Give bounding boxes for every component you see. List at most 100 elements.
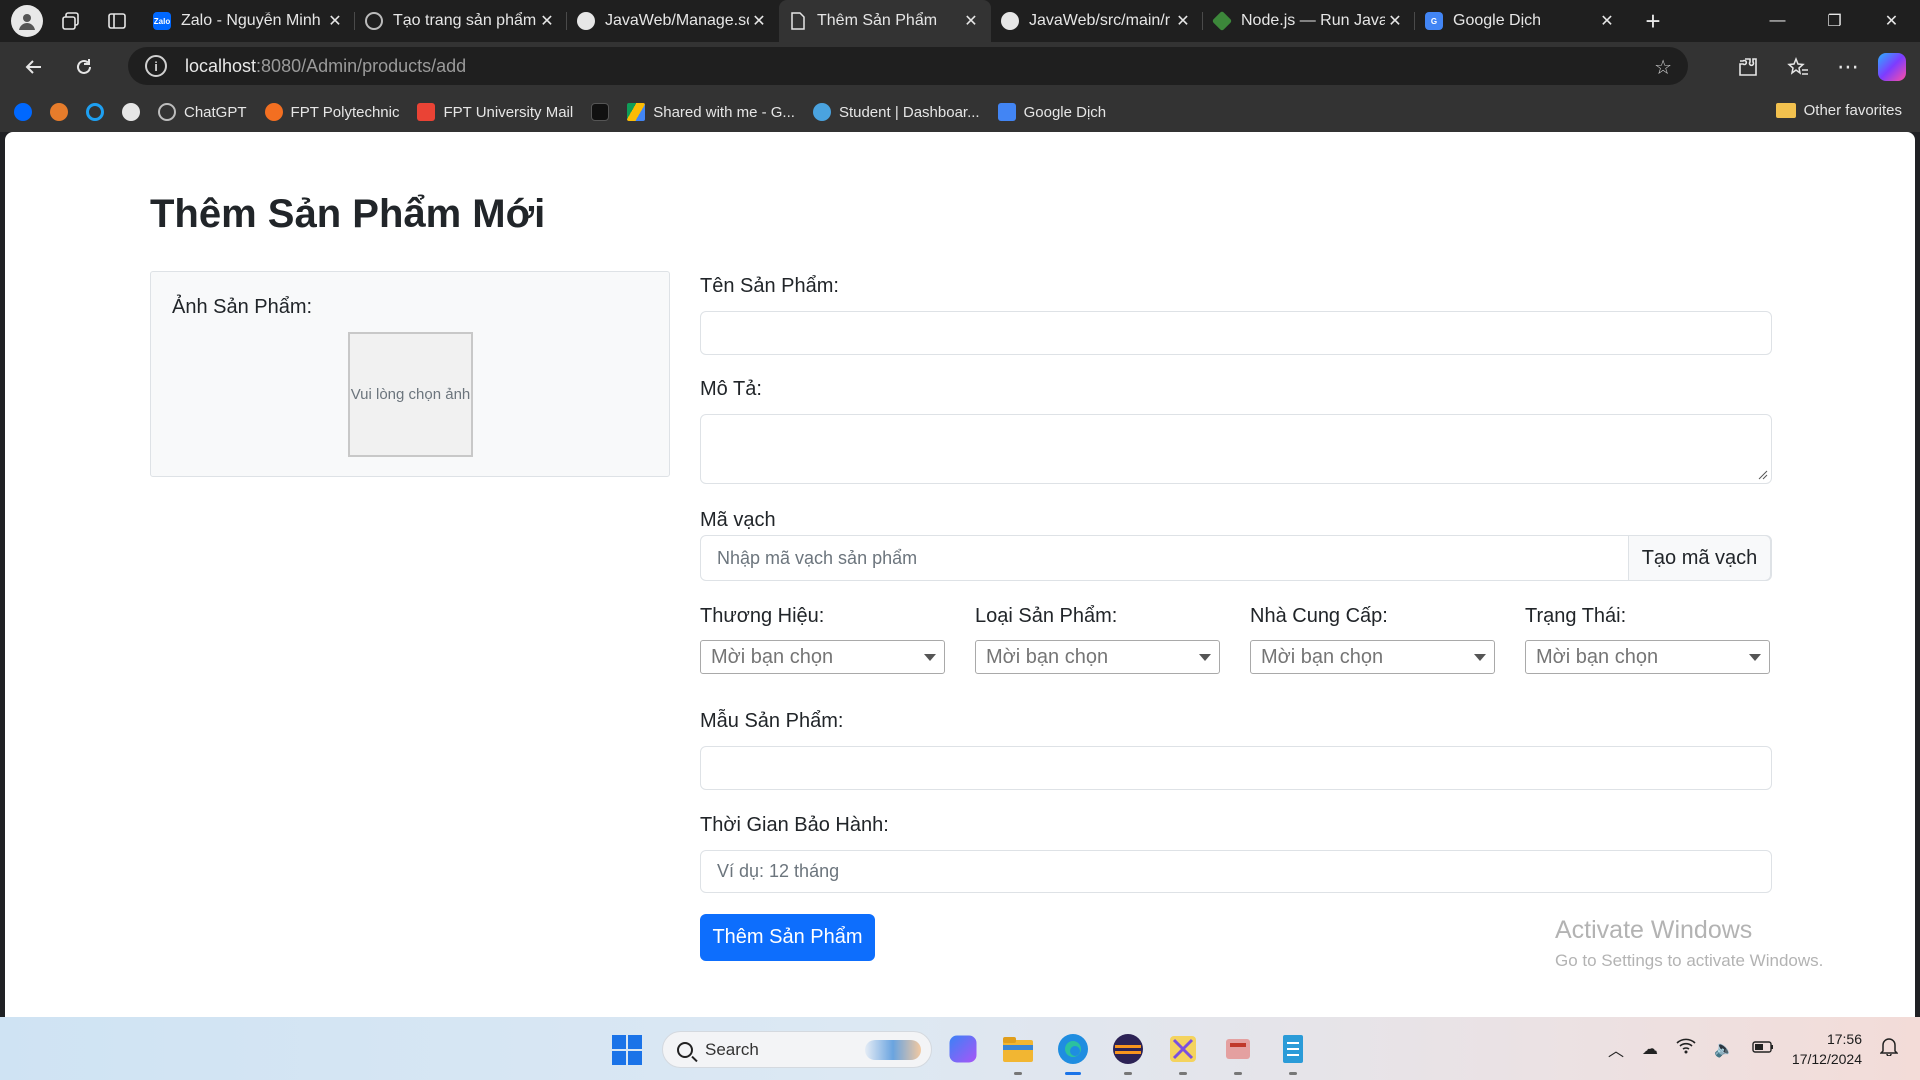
fpt-icon [264,103,283,121]
window-controls: — ❐ ✕ [1749,0,1920,42]
reload-button[interactable] [64,47,104,87]
page-title: Thêm Sản Phẩm Mới [150,192,546,236]
tab-title: Tạo trang sản phẩm [393,12,537,29]
tab-title: Thêm Sản Phẩm [817,12,938,29]
search-icon [677,1041,693,1058]
tab-title: Google Dịch [1453,12,1542,29]
bookmark-fpt-polytechnic[interactable]: FPT Polytechnic [264,103,399,121]
activate-windows-watermark: Activate Windows Go to Settings to activ… [1555,916,1823,971]
description-textarea[interactable] [700,414,1772,484]
browser-tab[interactable]: Zalo Zalo - Nguyễn Minh ✕ [143,0,355,42]
bookmark-fpt-mail[interactable]: FPT University Mail [417,103,573,121]
brand-select[interactable]: Mời bạn chọn [700,640,945,674]
clock[interactable]: 17:56 17/12/2024 [1792,1029,1862,1069]
product-type-select[interactable]: Mời bạn chọn [975,640,1220,674]
browser-tab[interactable]: Tạo trang sản phẩm ✕ [355,0,567,42]
file-explorer-icon[interactable] [1000,1031,1036,1075]
product-type-label: Loại Sản Phẩm: [975,605,1118,627]
browser-tab-active[interactable]: Thêm Sản Phẩm ✕ [779,0,991,42]
favorites-icon[interactable] [1778,47,1818,87]
resize-handle-icon[interactable] [1758,470,1768,480]
bookmark-zalo[interactable] [14,103,32,121]
close-tab-icon[interactable]: ✕ [749,11,769,31]
eclipse-ide-icon[interactable] [1110,1031,1146,1075]
add-product-button[interactable]: Thêm Sản Phẩm [700,914,875,961]
copilot-icon[interactable] [1878,53,1906,81]
model-label: Mẫu Sản Phẩm: [700,710,844,732]
other-favorites[interactable]: Other favorites [1775,102,1902,119]
status-select[interactable]: Mời bạn chọn [1525,640,1770,674]
url-text[interactable]: localhost:8080/Admin/products/add [185,56,466,77]
back-button[interactable] [14,47,54,87]
browser-tab[interactable]: JavaWeb/src/main/r ✕ [991,0,1203,42]
new-tab-button[interactable]: + [1633,5,1673,37]
bookmarks-bar: ChatGPT FPT Polytechnic FPT University M… [0,92,1920,132]
generate-barcode-button[interactable]: Tạo mã vạch [1628,535,1771,581]
close-tab-icon[interactable]: ✕ [1597,11,1617,31]
snipping-tool-icon[interactable] [1165,1031,1201,1075]
tiktok-icon [591,103,610,121]
model-input[interactable] [700,746,1772,790]
bookmark-student-dashboard[interactable]: Student | Dashboar... [812,103,980,121]
taskbar-search[interactable]: Search [662,1031,932,1068]
close-window-icon[interactable]: ✕ [1863,0,1920,42]
bookmark-circle[interactable] [86,103,104,121]
close-tab-icon[interactable]: ✕ [537,11,557,31]
bookmark-chatgpt[interactable]: ChatGPT [158,103,247,121]
notepad-icon[interactable] [1275,1031,1311,1075]
copilot-app-icon[interactable] [949,1035,977,1063]
tab-strip: Zalo Zalo - Nguyễn Minh ✕ Tạo trang sản … [0,0,1920,42]
supplier-select[interactable]: Mời bạn chọn [1250,640,1495,674]
battery-icon[interactable] [1752,1040,1774,1058]
extensions-icon[interactable] [1728,47,1768,87]
page-icon [789,12,807,30]
warranty-placeholder: Ví dụ: 12 tháng [717,861,840,881]
product-name-input[interactable] [700,311,1772,355]
notification-bell-icon[interactable] [1879,1036,1899,1061]
bookmark-tiktok[interactable] [591,103,610,121]
tab-title: Node.js — Run Java [1241,12,1385,29]
browser-tab[interactable]: G Google Dịch ✕ [1415,0,1627,42]
supplier-select-value: Mời bạn chọn [1261,645,1384,668]
wifi-icon[interactable] [1676,1038,1696,1059]
minimize-icon[interactable]: — [1749,0,1806,42]
watermark-title: Activate Windows [1555,916,1753,944]
zalo-icon: Zalo [153,12,171,30]
image-preview-placeholder[interactable]: Vui lòng chọn ảnh [348,332,473,457]
tools-app-icon[interactable] [1220,1031,1256,1075]
warranty-input[interactable]: Ví dụ: 12 tháng [700,850,1772,893]
more-menu-icon[interactable]: ⋯ [1828,47,1868,87]
watermark-subtitle: Go to Settings to activate Windows. [1555,951,1824,970]
github-icon [122,103,140,121]
nodejs-icon [1211,10,1233,32]
favorite-star-icon[interactable]: ☆ [1654,55,1672,80]
workspaces-icon[interactable] [53,5,89,37]
cloud-sync-icon[interactable]: ☁ [1642,1039,1658,1059]
close-tab-icon[interactable]: ✕ [1385,11,1405,31]
profile-avatar-icon[interactable] [11,5,43,37]
brand-label: Thương Hiệu: [700,605,825,627]
bookmark-google-translate[interactable]: Google Dịch [997,103,1106,121]
browser-tab[interactable]: JavaWeb/Manage.sq ✕ [567,0,779,42]
close-tab-icon[interactable]: ✕ [325,11,345,31]
product-image-panel: Ảnh Sản Phẩm: Vui lòng chọn ảnh [150,271,670,477]
bookmark-cloud[interactable] [50,103,68,121]
windows-start-icon[interactable] [612,1035,642,1065]
student-icon [812,103,831,121]
restore-icon[interactable]: ❐ [1806,0,1863,42]
bookmark-shared-drive[interactable]: Shared with me - G... [627,103,795,121]
barcode-input[interactable]: Nhập mã vạch sản phẩm Tạo mã vạch [700,535,1772,581]
site-info-icon[interactable]: i [145,55,167,77]
volume-icon[interactable]: 🔈 [1714,1039,1734,1059]
brand-select-value: Mời bạn chọn [711,645,834,668]
browser-tab[interactable]: Node.js — Run Java ✕ [1203,0,1415,42]
address-bar[interactable]: i localhost:8080/Admin/products/add ☆ [128,47,1688,85]
chevron-up-icon[interactable]: ︿ [1608,1037,1624,1061]
vertical-tabs-icon[interactable] [99,5,135,37]
close-tab-icon[interactable]: ✕ [1173,11,1193,31]
close-tab-icon[interactable]: ✕ [961,11,981,31]
bookmark-github[interactable] [122,103,140,121]
circle-icon [86,103,104,121]
tab-title: JavaWeb/Manage.sq [605,12,749,29]
edge-browser-icon[interactable] [1055,1031,1091,1075]
